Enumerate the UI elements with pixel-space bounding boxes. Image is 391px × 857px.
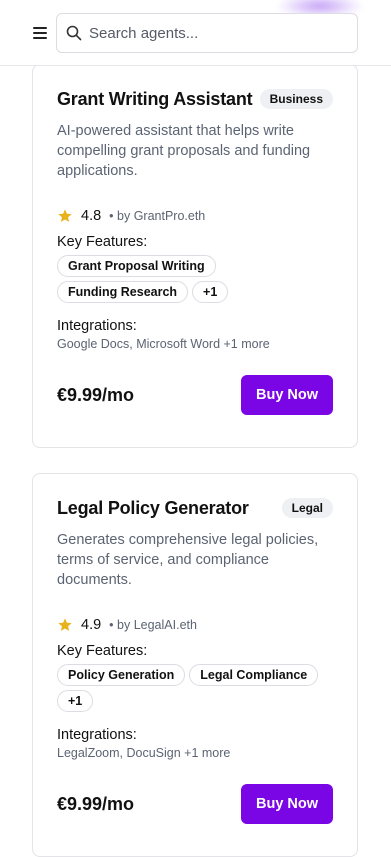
more-features-tag[interactable]: +1 bbox=[57, 690, 94, 712]
agent-title: Grant Writing Assistant bbox=[57, 89, 253, 109]
feature-tag: Policy Generation bbox=[57, 664, 186, 686]
category-badge: Business bbox=[259, 89, 333, 109]
rating-value: 4.9 bbox=[81, 617, 102, 633]
agent-card: Grant Writing Assistant Business AI-powe… bbox=[32, 64, 358, 448]
feature-tag: Legal Compliance bbox=[189, 664, 319, 686]
more-features-tag[interactable]: +1 bbox=[192, 281, 229, 303]
features-label: Key Features: bbox=[57, 643, 148, 659]
search-input[interactable] bbox=[89, 14, 349, 52]
integrations-label: Integrations: bbox=[57, 318, 137, 334]
feature-tags: Grant Proposal Writing Funding Research … bbox=[57, 255, 337, 303]
hamburger-menu-icon[interactable] bbox=[31, 26, 49, 40]
features-label: Key Features: bbox=[57, 234, 148, 250]
search-bar[interactable] bbox=[56, 13, 358, 53]
buy-now-button[interactable]: Buy Now bbox=[241, 784, 333, 824]
rating-row: 4.9 • by LegalAI.eth bbox=[57, 616, 197, 634]
agent-title: Legal Policy Generator bbox=[57, 498, 249, 518]
search-icon bbox=[66, 25, 82, 41]
rating-value: 4.8 bbox=[81, 208, 102, 224]
price: €9.99/mo bbox=[57, 385, 135, 405]
price: €9.99/mo bbox=[57, 794, 135, 814]
feature-tag: Funding Research bbox=[57, 281, 189, 303]
category-badge: Legal bbox=[281, 498, 333, 518]
rating-row: 4.8 • by GrantPro.eth bbox=[57, 207, 205, 225]
top-bar bbox=[0, 0, 391, 66]
agent-card: Legal Policy Generator Legal Generates c… bbox=[32, 473, 358, 857]
buy-now-button[interactable]: Buy Now bbox=[241, 375, 333, 415]
integrations-list: Google Docs, Microsoft Word +1 more bbox=[57, 337, 270, 351]
integrations-list: LegalZoom, DocuSign +1 more bbox=[57, 746, 231, 760]
feature-tag: Grant Proposal Writing bbox=[57, 255, 216, 277]
star-icon bbox=[58, 618, 72, 631]
agent-description: AI-powered assistant that helps write co… bbox=[57, 123, 311, 179]
integrations-label: Integrations: bbox=[57, 727, 137, 743]
feature-tags: Policy Generation Legal Compliance +1 bbox=[57, 664, 337, 712]
author-byline: • by GrantPro.eth bbox=[109, 209, 206, 223]
agent-description: Generates comprehensive legal policies, … bbox=[57, 532, 319, 588]
author-byline: • by LegalAI.eth bbox=[109, 618, 197, 632]
star-icon bbox=[58, 209, 72, 222]
